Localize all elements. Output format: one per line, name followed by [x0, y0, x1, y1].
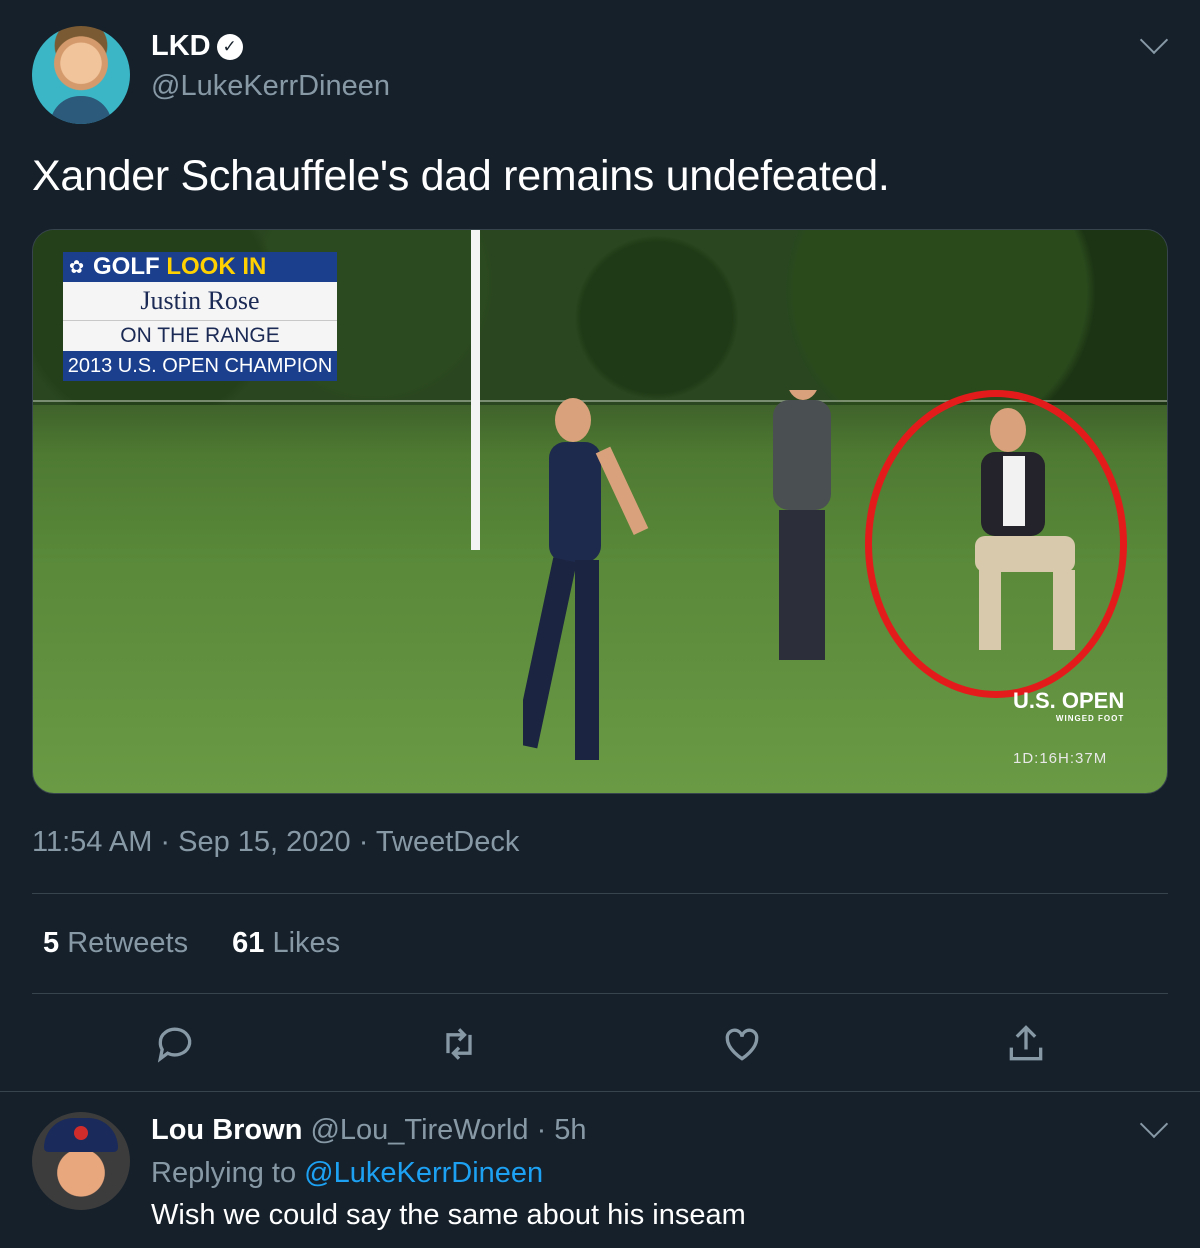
divider — [32, 993, 1168, 994]
reply-icon[interactable] — [153, 1022, 197, 1066]
caddie-figure — [773, 390, 831, 660]
event-logo: U.S. OPEN WINGED FOOT — [1013, 688, 1125, 723]
broadcast-lower-third: ✿ GOLF LOOK IN Justin Rose ON THE RANGE … — [63, 252, 337, 381]
share-icon[interactable] — [1004, 1022, 1048, 1066]
chevron-down-icon[interactable] — [1139, 25, 1169, 55]
range-pole — [471, 230, 480, 550]
reply-tweet[interactable]: Lou Brown @Lou_TireWorld · 5h Replying t… — [0, 1092, 1200, 1248]
player-caption: 2013 U.S. OPEN CHAMPION — [63, 351, 337, 381]
author-name[interactable]: LKD ✓ — [151, 30, 243, 63]
golfer-figure — [523, 398, 649, 760]
peacock-logo-icon: ✿ — [69, 257, 85, 277]
main-tweet: LKD ✓ @LukeKerrDineen Xander Schauffele's… — [0, 0, 1200, 1092]
reply-author-handle[interactable]: @Lou_TireWorld — [310, 1114, 528, 1146]
reply-chevron-down-icon[interactable] — [1139, 1109, 1169, 1139]
segment-subtitle: ON THE RANGE — [63, 320, 337, 351]
highlight-circle — [865, 390, 1127, 698]
author-display-name[interactable]: LKD — [151, 30, 211, 62]
player-name: Justin Rose — [63, 282, 337, 320]
replying-to: Replying to @LukeKerrDineen — [151, 1157, 544, 1189]
reply-author-line: Lou Brown @Lou_TireWorld · 5h — [151, 1114, 587, 1146]
divider — [32, 893, 1168, 894]
reply-author-name[interactable]: Lou Brown — [151, 1114, 302, 1146]
verified-badge-icon: ✓ — [216, 34, 243, 60]
tweet-timestamp[interactable]: 11:54 AM · Sep 15, 2020 · TweetDeck — [32, 826, 519, 859]
reply-time[interactable]: 5h — [554, 1114, 586, 1146]
reply-text: Wish we could say the same about his ins… — [151, 1199, 746, 1231]
tweet-text: Xander Schauffele's dad remains undefeat… — [32, 152, 890, 200]
author-avatar[interactable] — [32, 26, 130, 124]
retweet-icon[interactable] — [437, 1022, 481, 1066]
like-icon[interactable] — [720, 1022, 764, 1066]
tweet-media[interactable]: ✿ GOLF LOOK IN Justin Rose ON THE RANGE … — [32, 229, 1168, 794]
author-handle[interactable]: @LukeKerrDineen — [151, 70, 390, 103]
reply-author-avatar[interactable] — [32, 1112, 130, 1210]
countdown-clock: 1D:16H:37M — [1013, 750, 1108, 767]
likes-stat[interactable]: 61 Likes — [232, 927, 340, 959]
tweet-stats: 5 Retweets 61 Likes — [43, 927, 376, 960]
retweets-stat[interactable]: 5 Retweets — [43, 927, 188, 959]
replying-to-link[interactable]: @LukeKerrDineen — [304, 1157, 543, 1189]
